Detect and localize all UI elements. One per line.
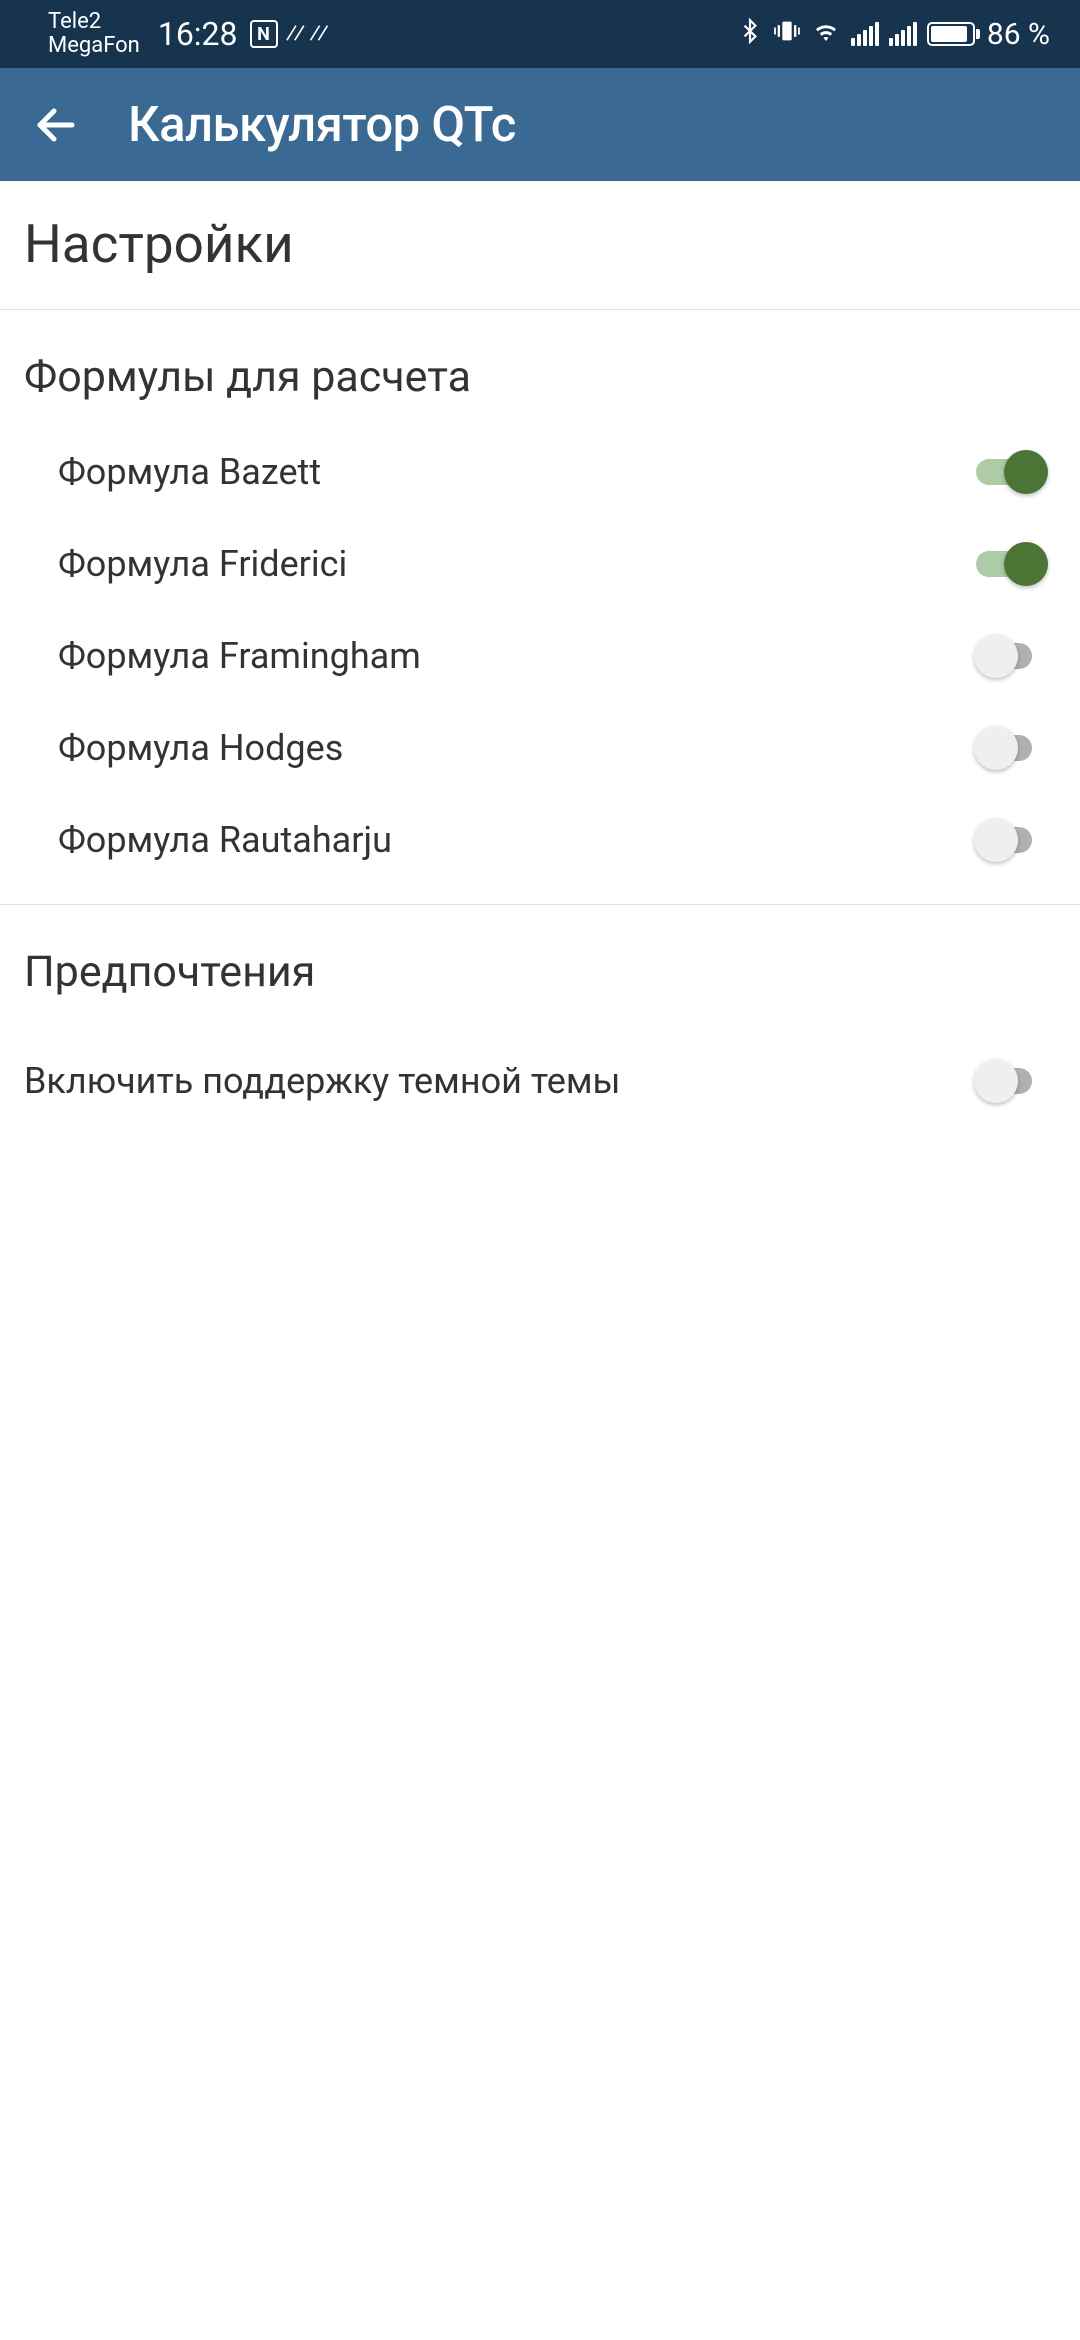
carrier-1: Tele2 xyxy=(48,10,140,34)
preference-label: Включить поддержку темной темы xyxy=(24,1060,620,1102)
signal-icon-2 xyxy=(889,22,917,46)
preference-row-dark-theme[interactable]: Включить поддержку темной темы xyxy=(0,1021,1080,1127)
status-left: Tele2 MegaFon 16:28 N ⁄⁄ ⁄⁄ xyxy=(48,10,325,58)
page-title: Настройки xyxy=(0,181,1080,310)
arrow-left-icon xyxy=(32,101,80,149)
nfc-icon: N xyxy=(250,20,278,48)
formula-switch-framingham[interactable] xyxy=(976,632,1048,680)
bluetooth-icon xyxy=(737,18,763,51)
formula-row-friderici[interactable]: Формула Friderici xyxy=(0,518,1080,610)
formula-switch-friderici[interactable] xyxy=(976,540,1048,588)
battery-percent: 86 % xyxy=(987,17,1050,52)
preference-switch-dark-theme[interactable] xyxy=(976,1057,1048,1105)
app-title: Калькулятор QTc xyxy=(128,96,516,153)
formula-label: Формула Hodges xyxy=(58,727,343,769)
formula-switch-rautaharju[interactable] xyxy=(976,816,1048,864)
data-icon-1: ⁄⁄ xyxy=(286,19,302,49)
carrier-2: MegaFon xyxy=(48,34,140,58)
formula-label: Формула Rautaharju xyxy=(58,819,392,861)
formula-label: Формула Bazett xyxy=(58,451,321,493)
formula-switch-bazett[interactable] xyxy=(976,448,1048,496)
status-time: 16:28 xyxy=(158,15,238,53)
section-formulas-title: Формулы для расчета xyxy=(0,310,1080,426)
status-right: 86 % xyxy=(737,16,1050,53)
app-bar: Калькулятор QTc xyxy=(0,68,1080,181)
status-left-icons: N ⁄⁄ ⁄⁄ xyxy=(250,19,325,49)
section-preferences-title: Предпочтения xyxy=(0,905,1080,1021)
battery-icon xyxy=(927,22,975,46)
vibrate-icon xyxy=(773,17,801,52)
signal-icon-1 xyxy=(851,22,879,46)
formula-row-framingham[interactable]: Формула Framingham xyxy=(0,610,1080,702)
back-button[interactable] xyxy=(28,97,84,153)
formula-row-bazett[interactable]: Формула Bazett xyxy=(0,426,1080,518)
formula-label: Формула Framingham xyxy=(58,635,421,677)
formula-label: Формула Friderici xyxy=(58,543,347,585)
carrier-names: Tele2 MegaFon xyxy=(48,10,140,58)
data-icon-2: ⁄⁄ xyxy=(309,19,325,49)
status-bar: Tele2 MegaFon 16:28 N ⁄⁄ ⁄⁄ 86 % xyxy=(0,0,1080,68)
formula-row-hodges[interactable]: Формула Hodges xyxy=(0,702,1080,794)
wifi-icon xyxy=(811,16,841,53)
formula-switch-hodges[interactable] xyxy=(976,724,1048,772)
formula-row-rautaharju[interactable]: Формула Rautaharju xyxy=(0,794,1080,886)
